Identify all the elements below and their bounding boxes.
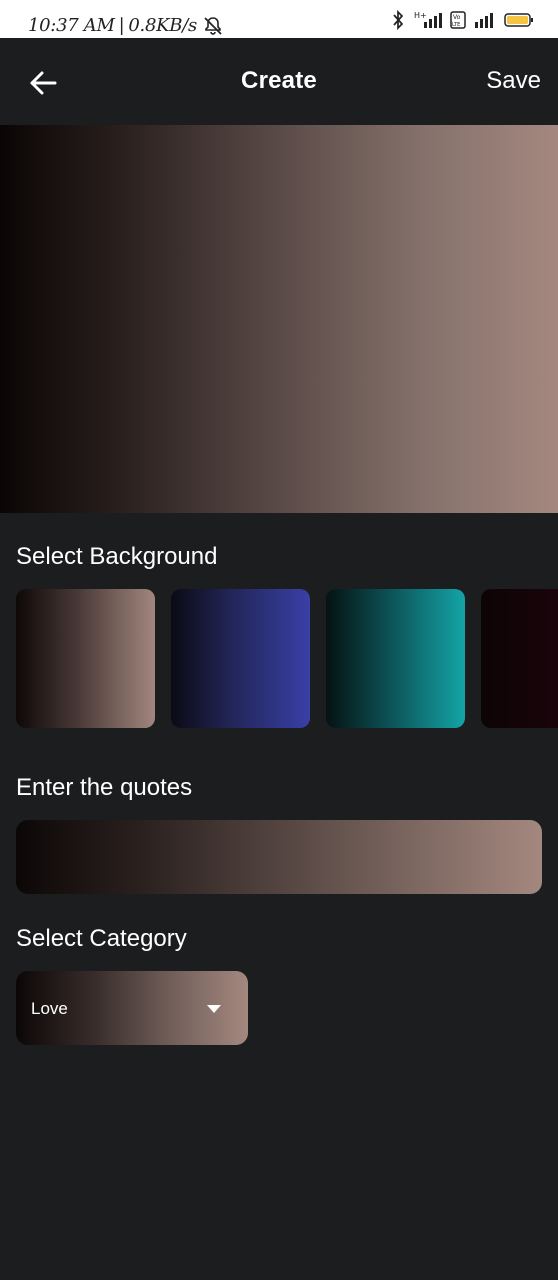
background-swatch-teal[interactable]	[326, 589, 465, 728]
app-bar: Create Save	[0, 38, 558, 125]
background-swatch-list[interactable]	[16, 589, 558, 729]
battery-icon	[504, 12, 534, 28]
volte-icon: Vo LTE	[450, 11, 466, 29]
category-selected-value: Love	[31, 999, 68, 1018]
bell-off-icon	[203, 16, 223, 36]
select-background-label: Select Background	[16, 543, 218, 570]
status-time: 10:37 AM	[28, 15, 115, 36]
status-right: H+ Vo LTE	[392, 10, 534, 30]
select-category-label: Select Category	[16, 925, 187, 952]
background-swatch-indigo[interactable]	[171, 589, 310, 728]
svg-text:LTE: LTE	[452, 22, 460, 28]
enter-quotes-label: Enter the quotes	[16, 774, 193, 801]
page-title: Create	[241, 67, 317, 94]
svg-text:H+: H+	[414, 11, 427, 20]
status-bar: 10:37 AM | 0.8KB/s H+ Vo LTE	[0, 0, 558, 38]
save-button[interactable]: Save	[486, 67, 541, 95]
status-left: 10:37 AM | 0.8KB/s	[28, 15, 223, 36]
background-swatch-wine[interactable]	[481, 589, 558, 728]
signal-icon	[474, 11, 496, 29]
bluetooth-icon	[392, 10, 404, 30]
quote-preview-canvas	[0, 125, 558, 513]
category-dropdown[interactable]: Love	[16, 971, 248, 1045]
dropdown-arrow-icon	[207, 1005, 221, 1013]
quote-input[interactable]	[16, 820, 542, 894]
background-swatch-brown-rose[interactable]	[16, 589, 155, 728]
signal-hplus-icon: H+	[412, 10, 442, 30]
svg-text:Vo: Vo	[453, 14, 461, 21]
status-separator: |	[118, 15, 125, 36]
status-speed: 0.8KB/s	[128, 15, 197, 36]
